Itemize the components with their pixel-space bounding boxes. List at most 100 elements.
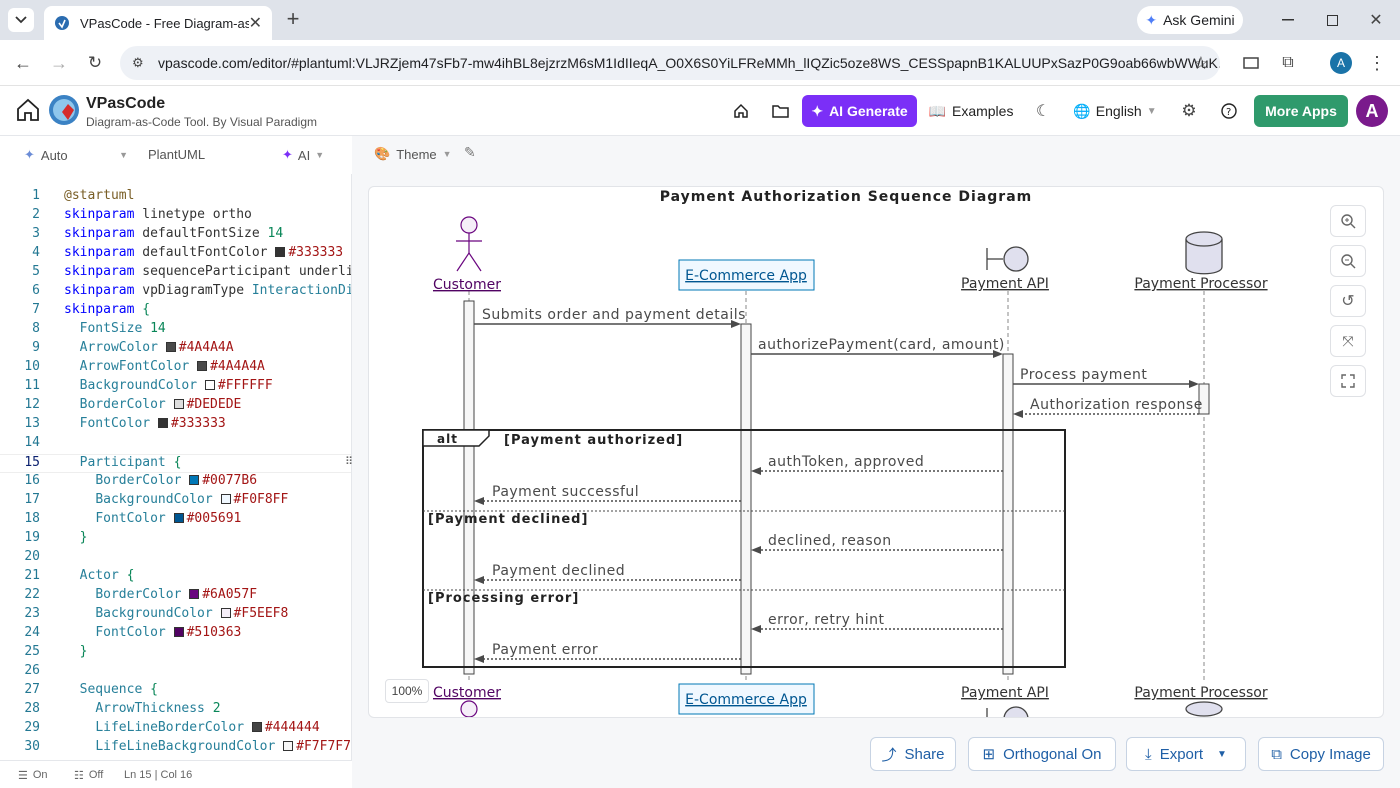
code-line[interactable]: 24 FontColor #510363 bbox=[0, 625, 351, 644]
code-line[interactable]: 29 LifeLineBorderColor #444444 bbox=[0, 720, 351, 739]
code-line[interactable]: 19 } bbox=[0, 530, 351, 549]
color-swatch[interactable] bbox=[157, 418, 168, 428]
code-line[interactable]: 21 Actor { bbox=[0, 568, 351, 587]
code-line[interactable]: 23 BackgroundColor #F5EEF8 bbox=[0, 606, 351, 625]
site-info-icon[interactable]: ⚙ bbox=[132, 55, 144, 71]
fullscreen-icon[interactable] bbox=[1330, 365, 1366, 397]
code-line[interactable]: 13 FontColor #333333 bbox=[0, 416, 351, 435]
code-line[interactable]: 1 @startuml bbox=[0, 188, 351, 207]
reset-zoom-icon[interactable]: ↺ bbox=[1330, 285, 1366, 317]
color-swatch[interactable] bbox=[220, 494, 231, 504]
color-swatch[interactable] bbox=[197, 361, 208, 371]
share-label: Share bbox=[904, 745, 945, 763]
reload-icon[interactable]: ↻ bbox=[84, 52, 106, 74]
ai-generate-button[interactable]: ✦ AI Generate bbox=[802, 95, 917, 127]
orthogonal-toggle-button[interactable]: ⊞ Orthogonal On bbox=[968, 737, 1116, 771]
open-folder-icon[interactable] bbox=[769, 100, 791, 122]
code-line[interactable]: 2 skinparam linetype ortho bbox=[0, 207, 351, 226]
color-swatch[interactable] bbox=[275, 247, 286, 257]
color-swatch[interactable] bbox=[165, 342, 176, 352]
code-line[interactable]: 9 ArrowColor #4A4A4A bbox=[0, 340, 351, 359]
more-apps-button[interactable]: More Apps bbox=[1254, 95, 1348, 127]
settings-gear-icon[interactable]: ⚙ bbox=[1178, 100, 1200, 122]
url-input[interactable]: ⚙ vpascode.com/editor/#plantuml:VLJRZjem… bbox=[120, 46, 1220, 80]
extensions-icon[interactable]: ⧉ bbox=[1277, 52, 1299, 74]
code-text: } bbox=[79, 644, 88, 659]
code-line[interactable]: 28 ArrowThickness 2 bbox=[0, 701, 351, 720]
color-swatch[interactable] bbox=[283, 741, 294, 751]
app-header: VPasCode Diagram-as-Code Tool. By Visual… bbox=[0, 86, 1400, 136]
code-line[interactable]: 11 BackgroundColor #FFFFFF bbox=[0, 378, 351, 397]
code-line[interactable]: 30 LifeLineBackgroundColor #F7F7F7 bbox=[0, 739, 351, 758]
vpascode-favicon bbox=[55, 16, 69, 30]
help-icon[interactable]: ? bbox=[1218, 100, 1240, 122]
user-avatar[interactable]: A bbox=[1356, 95, 1388, 127]
code-text: skinparam defaultFontColor #333333 bbox=[64, 245, 344, 260]
forward-icon[interactable]: → bbox=[48, 52, 70, 74]
code-line[interactable]: 14 bbox=[0, 435, 351, 454]
color-swatch[interactable] bbox=[220, 608, 231, 618]
code-line[interactable]: 7 skinparam { bbox=[0, 302, 351, 321]
color-swatch[interactable] bbox=[173, 513, 184, 523]
back-icon[interactable]: ← bbox=[12, 52, 34, 74]
edit-pencil-icon[interactable]: ✎ bbox=[464, 144, 476, 161]
close-tab-icon[interactable]: ✕ bbox=[249, 13, 262, 33]
theme-select[interactable]: 🎨 Theme ▼ bbox=[374, 146, 452, 162]
line-number: 11 bbox=[24, 378, 40, 393]
color-swatch[interactable] bbox=[189, 475, 200, 485]
wrap-toggle[interactable]: ☰ On bbox=[18, 769, 48, 782]
fit-screen-icon[interactable]: ⤧ bbox=[1330, 325, 1366, 357]
color-swatch[interactable] bbox=[251, 722, 262, 732]
line-number: 19 bbox=[24, 530, 40, 545]
ai-select[interactable]: ✦ AI ▼ bbox=[282, 147, 324, 163]
tab-search-icon[interactable] bbox=[8, 8, 34, 32]
code-line[interactable]: 18 FontColor #005691 bbox=[0, 511, 351, 530]
mode-select[interactable]: ✦ Auto ▼ bbox=[24, 147, 128, 163]
language-label[interactable]: PlantUML bbox=[148, 147, 205, 162]
code-line[interactable]: 4 skinparam defaultFontColor #333333 bbox=[0, 245, 351, 264]
screenshot-icon[interactable] bbox=[1240, 52, 1262, 74]
zoom-out-icon[interactable] bbox=[1330, 245, 1366, 277]
code-line[interactable]: 5 skinparam sequenceParticipant underli bbox=[0, 264, 351, 283]
code-line[interactable]: 12 BorderColor #DEDEDE bbox=[0, 397, 351, 416]
browser-tab[interactable]: VPasCode - Free Diagram-as-Co ✕ bbox=[44, 6, 272, 40]
color-swatch[interactable] bbox=[173, 399, 184, 409]
maximize-icon[interactable] bbox=[1322, 10, 1342, 30]
color-swatch[interactable] bbox=[173, 627, 184, 637]
code-line[interactable]: 3 skinparam defaultFontSize 14 bbox=[0, 226, 351, 245]
code-line[interactable]: 20 bbox=[0, 549, 351, 568]
new-tab-icon[interactable]: + bbox=[282, 6, 304, 31]
app-home-icon[interactable] bbox=[730, 100, 752, 122]
code-line[interactable]: 25 } bbox=[0, 644, 351, 663]
code-line[interactable]: 27 Sequence { bbox=[0, 682, 351, 701]
export-button[interactable]: ⤓ Export ▼ bbox=[1126, 737, 1246, 771]
sequence-diagram: Payment Authorization Sequence Diagram C… bbox=[413, 187, 1285, 717]
close-window-icon[interactable]: ✕ bbox=[1366, 10, 1386, 30]
code-line[interactable]: 16 BorderColor #0077B6 bbox=[0, 473, 351, 492]
code-editor[interactable]: 1 @startuml 2 skinparam linetype ortho 3 skin… bbox=[0, 174, 352, 760]
code-line[interactable]: 6 skinparam vpDiagramType InteractionDi bbox=[0, 283, 351, 302]
ask-gemini-button[interactable]: ✦ Ask Gemini bbox=[1137, 6, 1243, 34]
copy-image-button[interactable]: ⧉ Copy Image bbox=[1258, 737, 1384, 771]
code-line[interactable]: 15 Participant { bbox=[0, 454, 351, 473]
dark-mode-icon[interactable]: ☾ bbox=[1032, 100, 1054, 122]
code-line[interactable]: 22 BorderColor #6A057F bbox=[0, 587, 351, 606]
color-swatch[interactable] bbox=[189, 589, 200, 599]
minimize-icon[interactable] bbox=[1278, 10, 1298, 30]
language-select[interactable]: 🌐 English ▼ bbox=[1072, 100, 1158, 122]
examples-button[interactable]: 📖 Examples bbox=[929, 100, 1014, 122]
share-button[interactable]: ⤴ Share bbox=[870, 737, 956, 771]
message-label: Payment declined bbox=[492, 563, 625, 579]
zoom-in-icon[interactable] bbox=[1330, 205, 1366, 237]
code-line[interactable]: 26 bbox=[0, 663, 351, 682]
message-label: declined, reason bbox=[768, 533, 892, 549]
bookmark-star-icon[interactable]: ☆ bbox=[1190, 52, 1212, 74]
code-line[interactable]: 17 BackgroundColor #F0F8FF bbox=[0, 492, 351, 511]
minimap-toggle[interactable]: ☷ Off bbox=[74, 769, 103, 782]
home-icon[interactable] bbox=[14, 96, 42, 124]
code-line[interactable]: 10 ArrowFontColor #4A4A4A bbox=[0, 359, 351, 378]
color-swatch[interactable] bbox=[204, 380, 215, 390]
profile-avatar[interactable]: A bbox=[1330, 52, 1352, 74]
browser-menu-icon[interactable]: ⋮ bbox=[1366, 52, 1388, 74]
code-line[interactable]: 8 FontSize 14 bbox=[0, 321, 351, 340]
